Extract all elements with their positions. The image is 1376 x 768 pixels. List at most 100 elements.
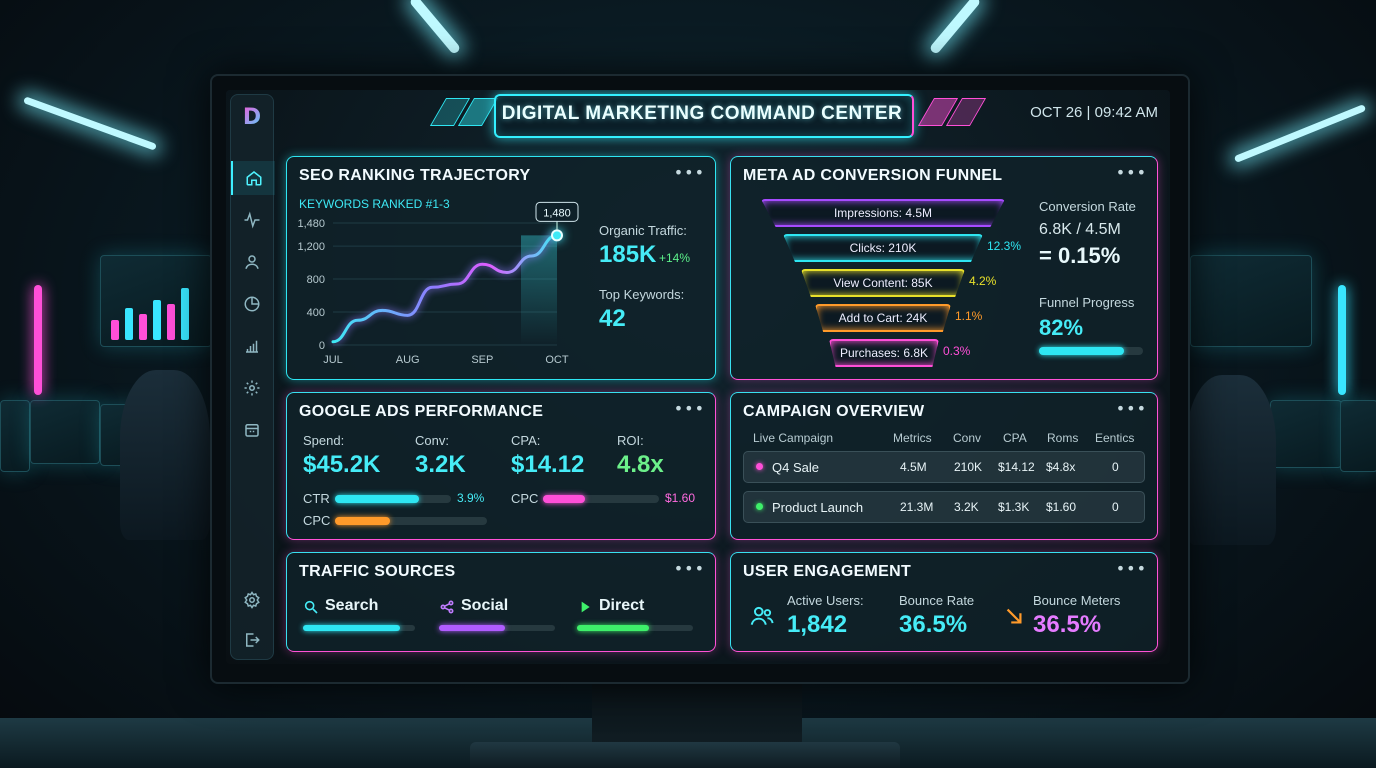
neon-pillar xyxy=(34,285,42,395)
col-roms[interactable]: Roms xyxy=(1047,431,1078,445)
traffic-source-label: Social xyxy=(461,597,509,614)
background-monitor xyxy=(1190,255,1312,347)
background-monitor xyxy=(1340,400,1376,472)
top-keywords-value: 42 xyxy=(599,305,626,332)
y-tick-label: 800 xyxy=(307,274,325,286)
campaign-card-menu[interactable]: ••• xyxy=(1116,399,1147,418)
user-icon xyxy=(245,255,259,269)
funnel-stage[interactable]: Add to Cart: 24K xyxy=(815,304,951,332)
funnel-stage[interactable]: View Content: 85K xyxy=(801,269,965,297)
funnel-progress-label: Funnel Progress xyxy=(1039,295,1135,310)
bar-chart-icon xyxy=(246,340,258,353)
cpc-bar xyxy=(543,495,659,503)
traffic-source-label: Search xyxy=(325,597,379,614)
funnel-stage-pct: 4.2% xyxy=(969,274,997,288)
funnel-stage[interactable]: Clicks: 210K xyxy=(783,234,983,262)
nav-calendar[interactable] xyxy=(231,413,273,447)
nav-bar-chart[interactable] xyxy=(231,329,273,363)
pie-chart-icon xyxy=(244,296,260,312)
nav-activity[interactable] xyxy=(231,203,273,237)
header-datetime: OCT 26 | 09:42 AM xyxy=(1030,104,1158,121)
traffic-source-direct[interactable]: Direct xyxy=(577,597,693,637)
table-row[interactable]: Product Launch 21.3M 3.2K $1.3K $1.60 0 xyxy=(743,491,1145,523)
x-tick-label: OCT xyxy=(545,354,569,366)
data-point-highlight xyxy=(551,229,563,242)
engagement-card-menu[interactable]: ••• xyxy=(1116,559,1147,578)
app-logo[interactable]: D xyxy=(239,105,265,131)
top-keywords-label: Top Keywords: xyxy=(599,287,685,302)
google-ads-card-menu[interactable]: ••• xyxy=(674,399,705,418)
cpc2-bar-fill xyxy=(335,517,390,525)
background-monitor xyxy=(100,255,212,347)
col-metrics[interactable]: Metrics xyxy=(893,431,932,445)
users-icon xyxy=(750,606,774,625)
background-monitor xyxy=(30,400,100,464)
logout-icon xyxy=(246,633,260,647)
trend-down-arrow-icon xyxy=(1006,608,1022,624)
nav-settings[interactable] xyxy=(231,583,273,617)
nav-home[interactable] xyxy=(231,161,275,195)
engagement-card-title: USER ENGAGEMENT xyxy=(743,563,912,580)
funnel-stage[interactable]: Purchases: 6.8K xyxy=(829,339,939,367)
traffic-bar-fill xyxy=(303,625,401,631)
traffic-sources-card: TRAFFIC SOURCES ••• Search Social Direct xyxy=(286,552,716,652)
cell-roms: $4.8x xyxy=(1046,460,1076,474)
funnel-card-title: META AD CONVERSION FUNNEL xyxy=(743,167,1003,184)
organic-traffic-change: +14% xyxy=(659,251,691,265)
calendar-icon xyxy=(245,424,259,437)
callout-label: 1,480 xyxy=(543,207,571,219)
ceiling-light-right xyxy=(928,0,982,56)
traffic-source-social[interactable]: Social xyxy=(439,597,555,637)
conversion-rate-label: Conversion Rate xyxy=(1039,199,1136,214)
activity-icon xyxy=(244,211,260,229)
cell-metrics: 4.5M xyxy=(900,460,927,474)
nav-user[interactable] xyxy=(231,245,273,279)
ceiling-light-far-right xyxy=(1233,104,1367,163)
background-monitor xyxy=(0,400,30,472)
seo-card-menu[interactable]: ••• xyxy=(674,163,705,182)
campaign-card-title: CAMPAIGN OVERVIEW xyxy=(743,403,925,420)
funnel-progress-fill xyxy=(1039,347,1125,355)
table-row[interactable]: Q4 Sale 4.5M 210K $14.12 $4.8x 0 xyxy=(743,451,1145,483)
home-icon xyxy=(246,171,262,186)
cpc-label: CPC xyxy=(511,491,539,506)
traffic-bar-fill xyxy=(439,625,506,631)
y-tick-label: 1,200 xyxy=(297,241,325,253)
ctr-value: 3.9% xyxy=(457,491,485,505)
traffic-card-title: TRAFFIC SOURCES xyxy=(299,563,456,580)
y-tick-label: 400 xyxy=(307,307,325,319)
bounce-meters-label: Bounce Meters xyxy=(1033,593,1121,608)
bounce-rate-label: Bounce Rate xyxy=(899,593,975,608)
col-live-campaign[interactable]: Live Campaign xyxy=(753,431,833,445)
col-conv[interactable]: Conv xyxy=(953,431,981,445)
settings-icon xyxy=(244,591,260,609)
seo-line-chart: 0 400 800 1,200 1,480 JUL AUG SEP OCT 1,480 xyxy=(297,201,579,366)
col-cpa[interactable]: CPA xyxy=(1003,431,1027,445)
funnel-stage-pct: 1.1% xyxy=(955,309,983,323)
traffic-card-menu[interactable]: ••• xyxy=(674,559,705,578)
funnel-stage-pct: 12.3% xyxy=(987,239,1022,253)
nav-gear[interactable] xyxy=(231,371,273,405)
bounce-rate-value: 36.5% xyxy=(899,611,968,638)
ctr-bar xyxy=(335,495,451,503)
traffic-bar-fill xyxy=(577,625,649,631)
google-ads-card-title: GOOGLE ADS PERFORMANCE xyxy=(299,403,544,420)
traffic-source-search[interactable]: Search xyxy=(303,597,419,637)
funnel-card-menu[interactable]: ••• xyxy=(1116,163,1147,182)
active-users-value: 1,842 xyxy=(787,611,848,638)
col-eentics[interactable]: Eentics xyxy=(1095,431,1134,445)
play-icon xyxy=(581,601,590,613)
conversion-formula: 6.8K / 4.5M xyxy=(1039,221,1121,238)
nav-logout[interactable] xyxy=(231,623,273,657)
nav-pie-chart[interactable] xyxy=(231,287,273,321)
seo-card-title: SEO RANKING TRAJECTORY xyxy=(299,167,531,184)
background-person xyxy=(1186,375,1276,545)
funnel-stage[interactable]: Impressions: 4.5M xyxy=(761,199,1005,227)
bounce-meters-value: 36.5% xyxy=(1033,611,1102,638)
campaign-card: CAMPAIGN OVERVIEW ••• Live Campaign Metr… xyxy=(730,392,1158,540)
funnel-stage-pct: 0.3% xyxy=(943,344,971,358)
background-monitor xyxy=(1270,400,1342,468)
traffic-source-label: Direct xyxy=(599,597,645,614)
organic-traffic-value: 185K xyxy=(599,241,657,268)
x-tick-label: JUL xyxy=(323,354,343,366)
